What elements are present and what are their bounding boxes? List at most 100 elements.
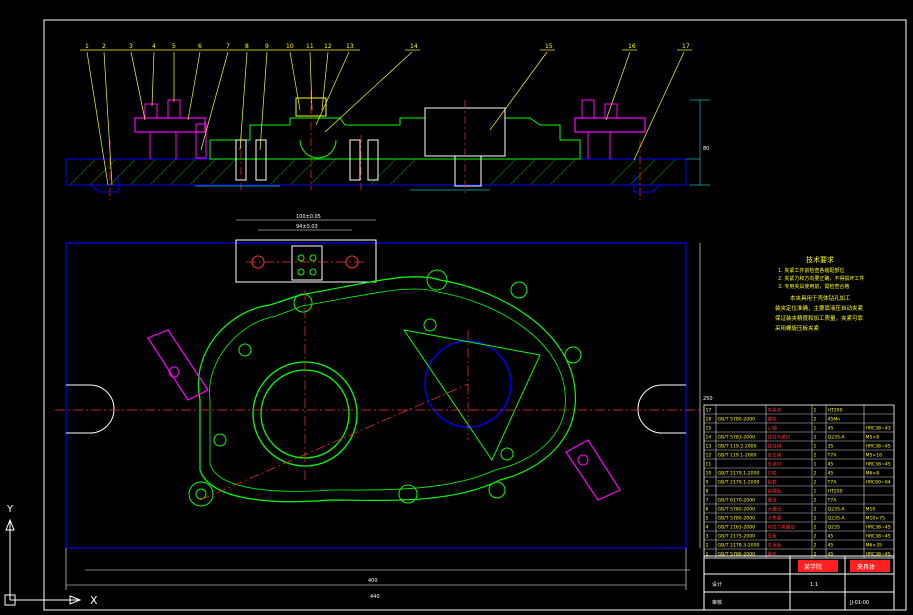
bom-cell-qty: 2 — [814, 471, 817, 477]
bom-cell-std: GB/T 119.2-2000 — [718, 444, 757, 450]
svg-text:13: 13 — [346, 43, 354, 50]
bom-cell-mat: Q235-A — [828, 507, 846, 513]
bom-cell-name: 螺栓 — [768, 416, 778, 423]
svg-text:2: 2 — [102, 43, 106, 50]
ucs-x-label: X — [90, 594, 98, 607]
bom-cell-note: HRC38~43 — [866, 426, 891, 432]
svg-text:94±0.03: 94±0.03 — [296, 224, 318, 230]
bom-cell-no: 5 — [706, 516, 709, 522]
bom-cell-no: 13 — [706, 444, 712, 450]
bom-cell-mat: 45 — [828, 462, 834, 468]
svg-text:8: 8 — [245, 43, 249, 50]
bom-cell-qty: 2 — [814, 435, 817, 441]
bom-cell-no: 9 — [706, 480, 709, 486]
balloon-numbers: 1 2 3 4 5 6 7 8 9 10 11 12 13 14 15 16 1… — [85, 43, 690, 50]
svg-text:80: 80 — [703, 146, 709, 152]
bom-cell-name: 夹具体 — [768, 407, 782, 414]
bom-cell-note: HRC38~45 — [866, 444, 891, 450]
bom-cell-mat: Q235 — [828, 525, 840, 531]
section-view — [65, 90, 710, 200]
bom-cell-note: M5×16 — [866, 453, 883, 459]
svg-text:JJ-01-00: JJ-01-00 — [849, 600, 869, 606]
bom-cell-qty: 2 — [814, 453, 817, 459]
bom-cell-name: 圆柱销 — [768, 443, 782, 450]
bom-cell-qty: 1 — [814, 462, 817, 468]
svg-text:1. 夹紧工件前检查各装配部位: 1. 夹紧工件前检查各装配部位 — [778, 267, 844, 274]
bom-cell-note: M10×75 — [866, 516, 886, 522]
svg-text:400: 400 — [368, 578, 378, 584]
svg-text:3. 专用夹具使用前，需检查合格: 3. 专用夹具使用前，需检查合格 — [778, 283, 849, 290]
bom-cell-name: 定位销 — [768, 452, 782, 459]
bom-cell-name: 钻套 — [768, 479, 778, 486]
bom-cell-std: GB/T 5780-2000 — [718, 417, 756, 423]
bom-cell-note: M6×35 — [866, 543, 883, 549]
svg-text:6: 6 — [198, 43, 202, 50]
bom-cell-no: 12 — [706, 453, 712, 459]
svg-text:保证装夹精度和加工质量，夹紧可靠: 保证装夹精度和加工质量，夹紧可靠 — [775, 314, 864, 322]
svg-text:夹具体: 夹具体 — [857, 563, 875, 571]
bom-cell-name: 螺母 — [768, 497, 778, 504]
bom-cell-mat: 45 — [828, 471, 834, 477]
svg-text:440: 440 — [370, 594, 380, 600]
svg-text:设计: 设计 — [712, 581, 722, 588]
bom-cell-qty: 2 — [814, 516, 817, 522]
svg-text:7: 7 — [226, 43, 230, 50]
bom-cell-std: GB/T 2163-2000 — [718, 525, 756, 531]
svg-text:5: 5 — [172, 43, 176, 50]
bom-cell-mat: 45 — [828, 552, 834, 558]
bom-cell-name: 大垫圈 — [768, 515, 782, 522]
bom-cell-note: HRC60~64 — [866, 480, 891, 486]
bom-cell-mat: HT200 — [828, 489, 843, 495]
svg-text:12: 12 — [324, 43, 332, 50]
bom-cell-note: HRC38~45 — [866, 534, 891, 540]
bom-cell-mat: Q235-A — [828, 435, 846, 441]
bom-cell-mat: 45 — [828, 534, 834, 540]
bom-cell-no: 8 — [706, 489, 709, 495]
bom-cell-std: GB/T 6170-2000 — [718, 498, 756, 504]
svg-text:采用螺旋压板夹紧: 采用螺旋压板夹紧 — [775, 324, 820, 332]
bom-cell-no: 11 — [706, 462, 712, 468]
plan-view: 400 440 100±0.05 94±0.03 250 80 — [55, 146, 713, 600]
bom-cell-no: 1 — [706, 552, 709, 558]
bom-cell-note: M10 — [866, 507, 876, 513]
svg-text:14: 14 — [410, 43, 418, 50]
bom-cell-std: GB/T 5780-2000 — [718, 516, 756, 522]
bom-table: 17 夹具体 1 HT20016 GB/T 5780-2000 螺栓 2 45Mn15 心轴 1 4… — [703, 404, 895, 559]
svg-text:250: 250 — [703, 396, 713, 402]
drawing-canvas[interactable]: 1 2 3 4 5 6 7 8 9 10 11 12 13 14 15 16 1… — [0, 0, 913, 615]
bom-cell-name: 带肩六角螺母 — [768, 524, 796, 531]
bom-cell-std: GB/T 119.1-2000 — [718, 453, 757, 459]
svg-text:技术要求: 技术要求 — [806, 255, 834, 264]
bom-cell-name: 压板 — [768, 533, 778, 540]
svg-text:17: 17 — [682, 43, 690, 50]
bom-cell-name: 支承板 — [768, 542, 782, 549]
bom-cell-mat: T7A — [827, 453, 838, 459]
bom-cell-std: GB/T 2178.3-2000 — [718, 543, 760, 549]
bom-cell-qty: 2 — [814, 417, 817, 423]
svg-text:9: 9 — [265, 43, 269, 50]
bom-cell-mat: HT200 — [828, 408, 843, 414]
bom-cell-qty: 2 — [814, 534, 817, 540]
svg-text:装夹定位准确，主要靠液压自动夹紧: 装夹定位准确，主要靠液压自动夹紧 — [775, 304, 864, 312]
bom-cell-name: 圆柱头螺钉 — [768, 434, 791, 441]
bom-cell-no: 16 — [706, 417, 712, 423]
svg-text:某学院: 某学院 — [804, 563, 822, 571]
bom-cell-mat: 35 — [828, 444, 834, 450]
bom-cell-no: 2 — [706, 543, 709, 549]
bom-cell-std: GB/T 2175-2000 — [718, 534, 756, 540]
ucs-y-label: Y — [6, 504, 14, 515]
svg-text:本夹具用于壳体钻孔加工: 本夹具用于壳体钻孔加工 — [790, 294, 851, 302]
bom-cell-qty: 2 — [814, 507, 817, 513]
bom-cell-qty: 1 — [814, 426, 817, 432]
bom-cell-mat: T7A — [827, 480, 838, 486]
bom-cell-no: 3 — [706, 534, 709, 540]
bom-cell-name: 支承钉 — [768, 461, 782, 468]
bom-cell-no: 17 — [706, 408, 712, 414]
bom-cell-no: 7 — [706, 498, 709, 504]
bom-cell-name: 大螺母 — [768, 506, 782, 513]
bom-cell-mat: Q235-A — [828, 516, 846, 522]
bom-cell-qty: 2 — [814, 525, 817, 531]
bom-cell-no: 4 — [706, 525, 709, 531]
svg-text:1: 1 — [85, 43, 89, 50]
svg-text:10: 10 — [286, 43, 294, 50]
